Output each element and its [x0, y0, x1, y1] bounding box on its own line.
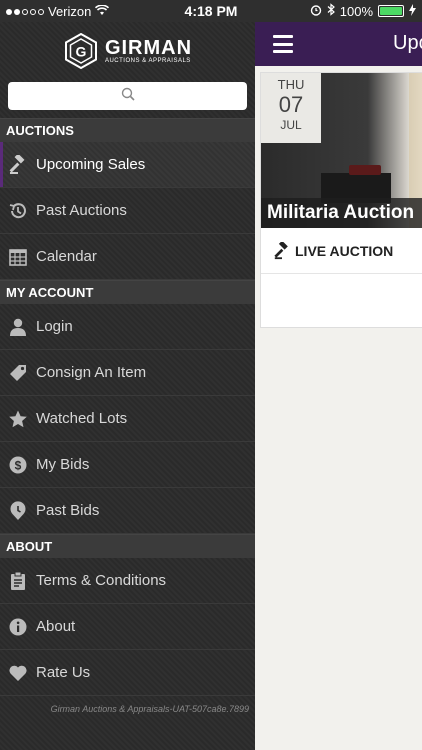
sidebar-item-upcoming-sales[interactable]: Upcoming Sales: [0, 142, 255, 188]
sidebar-item-rate-us[interactable]: Rate Us: [0, 650, 255, 696]
sidebar-item-my-bids[interactable]: $ My Bids: [0, 442, 255, 488]
brand-logo: G GIRMAN AUCTIONS & APPRAISALS: [0, 22, 255, 80]
search-icon: [121, 87, 135, 106]
page-title: Upcoming Sales: [393, 32, 422, 54]
sidebar-item-label: Terms & Conditions: [36, 572, 167, 589]
sidebar-item-label: Rate Us: [36, 664, 91, 681]
sidebar-item-label: Upcoming Sales: [36, 156, 146, 173]
sidebar-item-login[interactable]: Login: [0, 304, 255, 350]
auction-month: JUL: [280, 118, 302, 132]
brand-name: GIRMAN: [104, 37, 193, 59]
history-icon: [8, 201, 28, 221]
sidebar-item-past-auctions[interactable]: Past Auctions: [0, 188, 255, 234]
hexagon-logo-icon: G: [63, 32, 99, 70]
hamburger-menu-icon[interactable]: [273, 35, 293, 53]
sidebar-item-label: Watched Lots: [36, 410, 128, 427]
bluetooth-icon: [327, 3, 335, 19]
auction-type: LIVE AUCTION: [261, 228, 422, 274]
auction-type-label: LIVE AUCTION: [295, 242, 394, 259]
gavel-icon: [8, 154, 28, 175]
sidebar-item-label: About: [36, 618, 76, 635]
section-header-about: ABOUT: [0, 534, 255, 558]
sidebar-item-consign[interactable]: Consign An Item: [0, 350, 255, 396]
sidebar-item-about[interactable]: About: [0, 604, 255, 650]
section-header-auctions: AUCTIONS: [0, 118, 255, 142]
sidebar-menu: G GIRMAN AUCTIONS & APPRAISALS AUCTIONS …: [0, 22, 255, 750]
dollar-icon: $: [8, 455, 28, 475]
info-icon: [8, 617, 28, 637]
charging-icon: [409, 3, 416, 19]
status-bar: Verizon 4:18 PM 100%: [0, 0, 422, 22]
section-header-my-account: MY ACCOUNT: [0, 280, 255, 304]
clock-pin-icon: [8, 500, 28, 521]
sidebar-item-label: Consign An Item: [36, 364, 147, 381]
sidebar-item-label: Past Auctions: [36, 202, 127, 219]
brand-tagline: AUCTIONS & APPRAISALS: [104, 58, 191, 64]
sidebar-item-watched-lots[interactable]: Watched Lots: [0, 396, 255, 442]
auction-title: Militaria Auction: [261, 198, 422, 228]
calendar-icon: [8, 247, 28, 267]
auction-card[interactable]: THU 07 JUL Militaria Auction LIVE AUCTIO…: [260, 72, 422, 328]
battery-percent: 100%: [339, 3, 373, 19]
app-version: Girman Auctions & Appraisals-UAT-507ca8e…: [50, 704, 249, 714]
gavel-icon: [273, 241, 291, 260]
sidebar-item-label: Calendar: [36, 248, 97, 265]
sidebar-item-calendar[interactable]: Calendar: [0, 234, 255, 280]
clipboard-icon: [8, 571, 28, 591]
battery-icon: [378, 5, 404, 17]
search-input[interactable]: [8, 82, 247, 110]
sidebar-item-label: Past Bids: [36, 502, 100, 519]
auction-date-badge: THU 07 JUL: [261, 73, 321, 143]
top-nav-bar: Upcoming Sales: [255, 22, 422, 66]
heart-icon: [8, 663, 28, 683]
sidebar-item-label: Login: [36, 318, 73, 335]
alarm-icon: [310, 4, 322, 19]
auction-day: 07: [278, 92, 304, 117]
sidebar-item-label: My Bids: [36, 456, 90, 473]
star-icon: [8, 409, 28, 429]
svg-text:G: G: [75, 44, 86, 60]
main-content: Upcoming Sales THU 07 JUL Militaria Auct…: [255, 22, 422, 750]
auction-image: THU 07 JUL Militaria Auction: [261, 73, 422, 228]
auction-weekday: THU: [277, 77, 305, 92]
tag-icon: [8, 363, 28, 383]
svg-text:$: $: [15, 458, 22, 472]
user-icon: [8, 317, 28, 337]
sidebar-item-past-bids[interactable]: Past Bids: [0, 488, 255, 534]
sidebar-item-terms[interactable]: Terms & Conditions: [0, 558, 255, 604]
